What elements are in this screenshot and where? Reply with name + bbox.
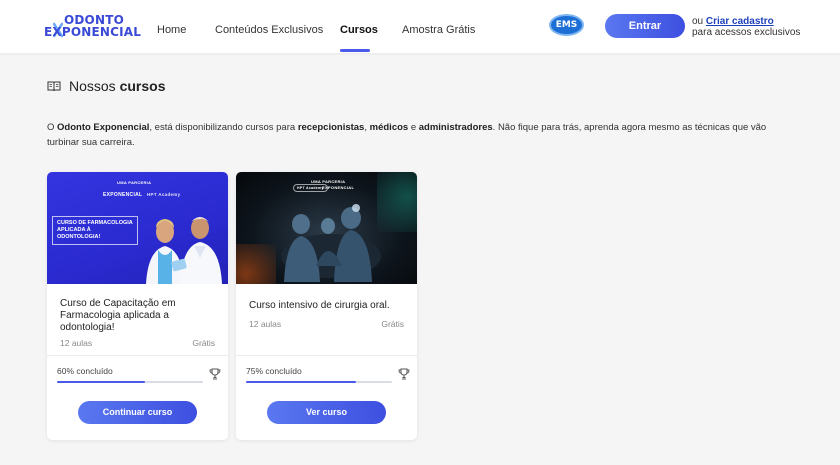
continue-course-button[interactable]: Continuar curso <box>78 401 197 424</box>
login-button[interactable]: Entrar <box>605 14 685 38</box>
intro-t2: , está disponibilizando cursos para <box>149 122 298 133</box>
divider <box>47 355 228 356</box>
intro-text: O Odonto Exponencial, está disponibiliza… <box>47 120 797 150</box>
thumb-partnership: UMA PARCERIA <box>117 180 152 185</box>
nav-conteudos-exclusivos[interactable]: Conteúdos Exclusivos <box>215 24 323 36</box>
odonto-exponencial-logo[interactable]: ODONTO EXPONENCIAL <box>44 14 142 39</box>
top-header: ODONTO EXPONENCIAL Home Conteúdos Exclus… <box>0 0 840 53</box>
course-thumbnail[interactable]: UMA PARCERIA EXPONENCIAL HPT Academy CUR… <box>47 172 228 284</box>
thumb-brand: EXPONENCIAL <box>322 185 355 190</box>
progress-bar <box>246 381 392 383</box>
trophy-icon <box>398 368 410 380</box>
title-bold: cursos <box>119 78 166 94</box>
doctors-photo <box>146 217 222 284</box>
nav-cursos[interactable]: Cursos <box>340 24 378 36</box>
title-prefix: Nossos <box>69 78 116 94</box>
intro-b1: Odonto Exponencial <box>57 122 150 133</box>
lessons-count: 12 aulas <box>249 319 282 329</box>
intro-b2: recepcionistas <box>297 122 365 133</box>
course-meta: 12 aulas Grátis <box>60 338 215 348</box>
intro-b3: médicos <box>369 122 409 133</box>
surgery-photo <box>281 204 381 282</box>
intro-t4: e <box>408 122 419 133</box>
course-title[interactable]: Curso intensivo de cirurgia oral. <box>249 300 409 312</box>
progress-label: 60% concluído <box>57 366 113 376</box>
page-title: Nossos cursos <box>47 78 166 94</box>
course-card-cirurgia-oral[interactable]: UMA PARCERIA HPT Academy EXPONENCIAL Cur… <box>236 172 417 440</box>
progress-label: 75% concluído <box>246 366 302 376</box>
thumb-brand: EXPONENCIAL <box>103 192 143 198</box>
course-title[interactable]: Curso de Capacitação em Farmacologia apl… <box>60 298 220 334</box>
lessons-count: 12 aulas <box>60 338 93 348</box>
signup-suffix: para acessos exclusivos <box>692 27 801 38</box>
nav-amostra-gratis[interactable]: Amostra Grátis <box>402 24 475 36</box>
signup-link[interactable]: Criar cadastro <box>706 16 774 27</box>
course-thumbnail[interactable]: UMA PARCERIA HPT Academy EXPONENCIAL <box>236 172 417 284</box>
book-icon <box>47 81 61 92</box>
price-label: Grátis <box>192 338 215 348</box>
logo-line2: EXPONENCIAL <box>44 25 142 39</box>
course-card-farmacologia[interactable]: UMA PARCERIA EXPONENCIAL HPT Academy CUR… <box>47 172 228 440</box>
intro-t1: O <box>47 122 58 133</box>
divider <box>236 355 417 356</box>
progress-bar <box>57 381 203 383</box>
progress-fill <box>57 381 145 383</box>
nav-active-indicator <box>340 49 370 52</box>
price-label: Grátis <box>381 319 404 329</box>
progress-fill <box>246 381 356 383</box>
thumb-academy: HPT Academy <box>147 192 181 197</box>
nav-home[interactable]: Home <box>157 24 186 36</box>
signup-prefix: ou <box>692 16 704 27</box>
view-course-button[interactable]: Ver curso <box>267 401 386 424</box>
thumb-glow-left <box>236 244 276 284</box>
course-meta: 12 aulas Grátis <box>249 319 404 329</box>
thumb-headline: CURSO DE FARMACOLOGIA APLICADA À ODONTOL… <box>52 216 138 245</box>
trophy-icon <box>209 368 221 380</box>
signup-prompt: ou Criar cadastro para acessos exclusivo… <box>692 16 800 38</box>
intro-b4: administradores <box>418 122 493 133</box>
ems-partner-logo: EMS <box>549 14 584 36</box>
